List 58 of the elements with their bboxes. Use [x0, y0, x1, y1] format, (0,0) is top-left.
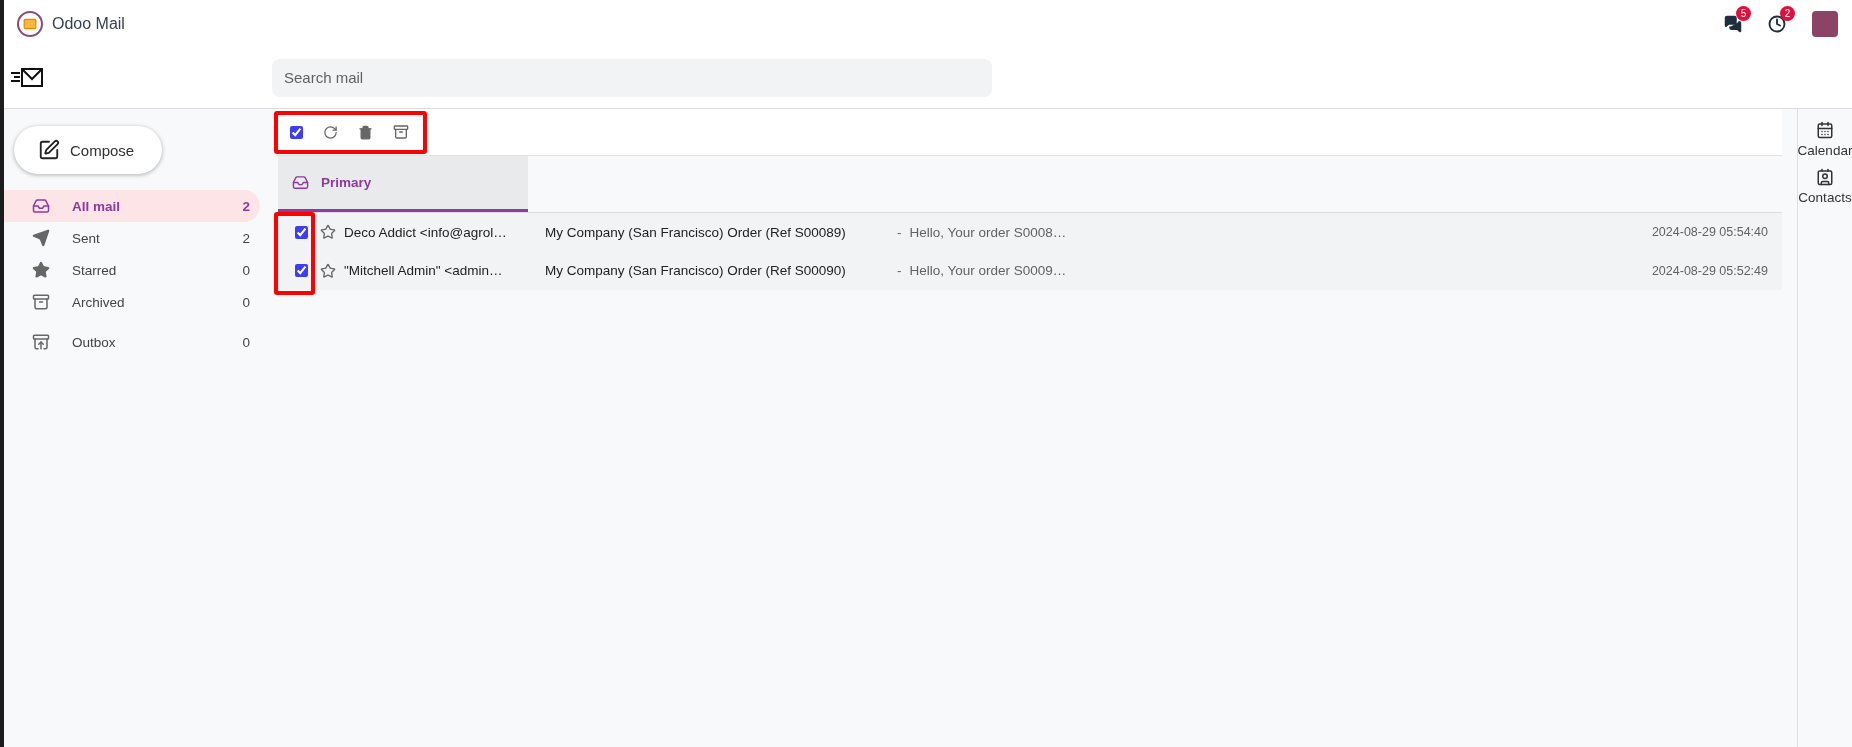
- row-checkbox[interactable]: [294, 264, 308, 277]
- folder-label: Starred: [72, 262, 118, 278]
- side-app-link[interactable]: Calendar: [1797, 121, 1852, 158]
- count-badge: 2: [1780, 5, 1795, 21]
- folder-label: All mail: [72, 198, 121, 214]
- star-icon[interactable]: [320, 224, 336, 240]
- folder-item[interactable]: Starred 0: [4, 254, 260, 286]
- archive-icon[interactable]: [393, 124, 409, 140]
- select-all-checkbox[interactable]: [290, 125, 303, 139]
- side-app-link[interactable]: Contacts: [1798, 168, 1852, 205]
- mail-logo-icon: [10, 66, 44, 89]
- folder-label: Archived: [72, 294, 126, 310]
- preview-text: Hello, Your order S0009…: [909, 263, 1067, 278]
- app-logo-icon: [17, 10, 43, 37]
- folder-item[interactable]: Outbox 0: [4, 326, 260, 358]
- chat-icon[interactable]: [1724, 14, 1742, 33]
- search-field[interactable]: Search mail: [272, 58, 992, 97]
- folder-count: 2: [242, 230, 250, 246]
- folder-count: 0: [242, 262, 250, 278]
- delete-icon[interactable]: [358, 124, 373, 140]
- folder-item[interactable]: Sent 2: [4, 222, 260, 254]
- folder-count: 2: [242, 198, 250, 214]
- separator-text: -: [897, 263, 902, 278]
- separator-text: -: [897, 224, 902, 240]
- sender-name: Deco Addict <info@agrol…: [344, 224, 508, 240]
- refresh-icon[interactable]: [323, 124, 338, 140]
- folder-count: 0: [242, 334, 250, 350]
- folder-count: 0: [242, 294, 250, 310]
- folder-item[interactable]: All mail 2: [4, 190, 260, 222]
- inbox-icon: [292, 174, 309, 191]
- category-tab[interactable]: Primary: [278, 156, 528, 212]
- calendar-icon: [1816, 121, 1834, 139]
- star-icon[interactable]: [320, 262, 336, 279]
- archive-icon: [32, 293, 50, 311]
- contact-card-icon: [1816, 168, 1834, 186]
- folder-item[interactable]: Archived 0: [4, 286, 260, 318]
- subject-text: My Company (San Francisco) Order (Ref S00089): [545, 224, 847, 240]
- date-text: 2024-08-29 05:54:40: [1651, 225, 1768, 239]
- folder-label: Outbox: [72, 334, 117, 350]
- compose-button[interactable]: Compose: [14, 126, 162, 174]
- side-app-label: Contacts: [1798, 190, 1852, 205]
- app-title: Odoo Mail: [52, 14, 125, 33]
- folder-label: Sent: [72, 230, 101, 246]
- user-avatar[interactable]: [1812, 10, 1838, 37]
- row-checkbox[interactable]: [294, 225, 308, 239]
- inbox-icon: [32, 197, 50, 215]
- side-app-label: Calendar: [1797, 143, 1852, 158]
- preview-text: Hello, Your order S0008…: [909, 224, 1067, 240]
- outbox-icon: [32, 333, 50, 351]
- star-icon: [32, 261, 50, 279]
- count-badge: 5: [1736, 5, 1751, 21]
- sender-name: "Mitchell Admin" <admin…: [344, 263, 504, 278]
- date-text: 2024-08-29 05:52:49: [1651, 263, 1768, 278]
- send-icon: [32, 229, 50, 247]
- tab-label: Primary: [321, 175, 372, 190]
- clock-icon[interactable]: [1768, 14, 1786, 33]
- subject-text: My Company (San Francisco) Order (Ref S00090): [545, 263, 847, 278]
- compose-icon: [38, 139, 60, 161]
